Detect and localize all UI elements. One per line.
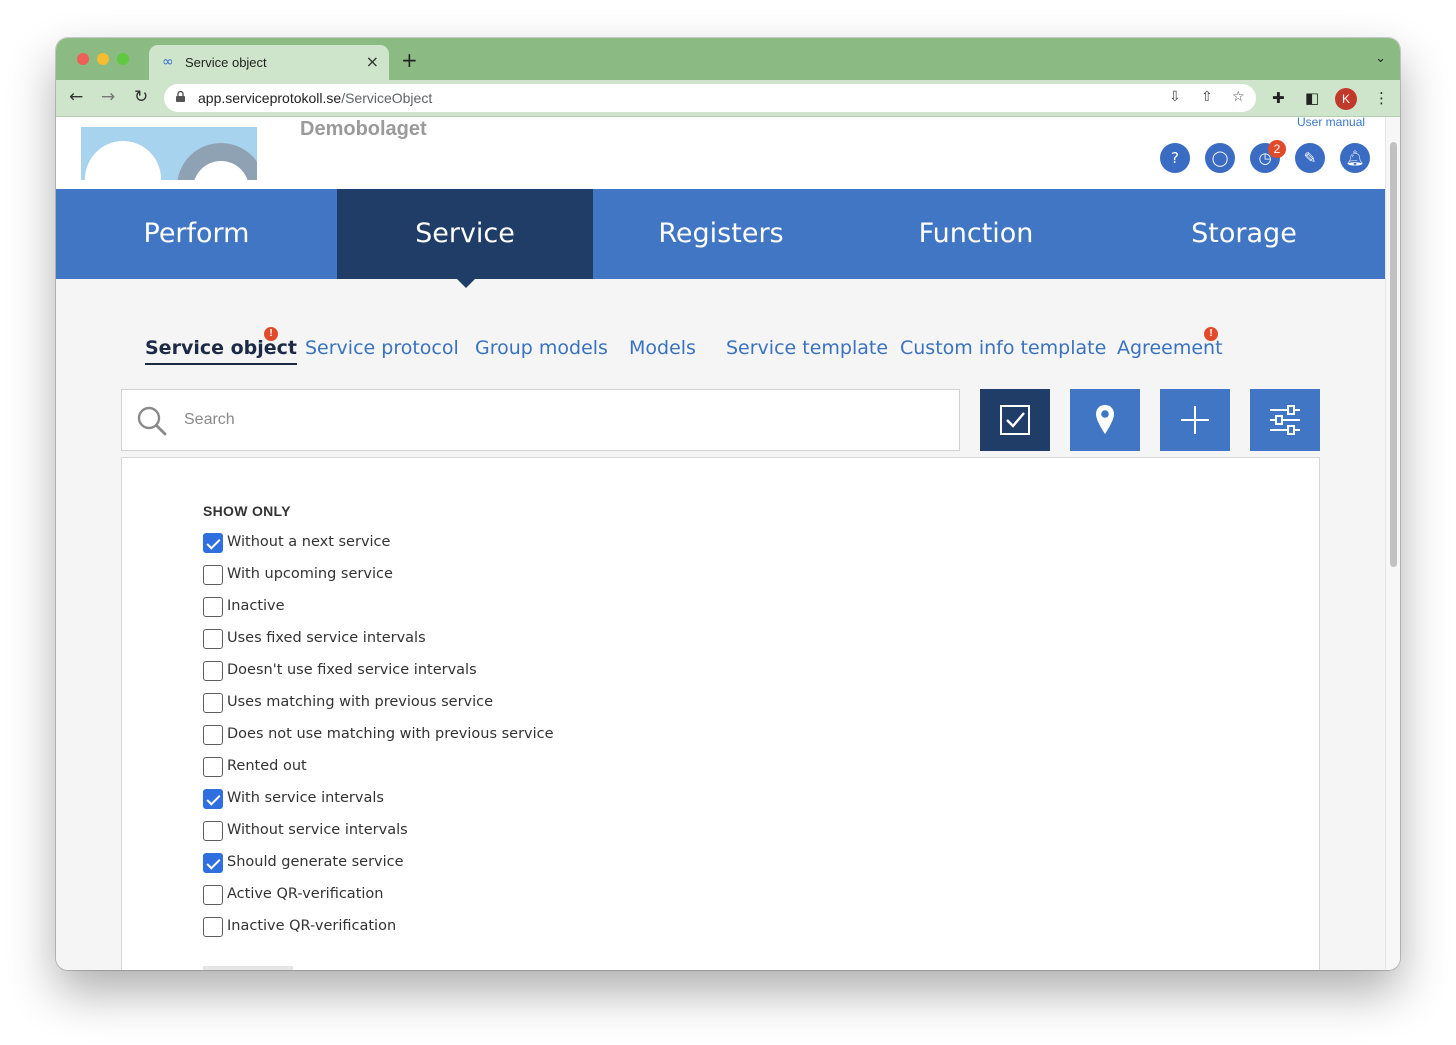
search-input[interactable] [184,408,884,432]
map-location-button[interactable] [1070,389,1140,451]
chat-icon[interactable]: ◯ [1205,143,1235,173]
tab-models[interactable]: Models [629,337,696,359]
pen-icon[interactable]: ✎ [1295,143,1325,173]
filter-label[interactable]: With upcoming service [227,566,393,582]
notification-badge: 2 [1268,140,1286,158]
filter-label[interactable]: Uses fixed service intervals [227,630,426,646]
show-only-heading: SHOW ONLY [203,503,291,519]
main-navigation: Perform Service Registers Function Stora… [56,189,1385,279]
browser-toolbar: ← → ↻ app.serviceprotokoll.se/ServiceObj… [56,80,1400,117]
search-icon [137,406,167,436]
select-items-button[interactable] [980,389,1050,451]
filter-checkbox[interactable] [203,565,223,585]
share-icon[interactable]: ⇧ [1201,89,1213,105]
filter-label[interactable]: Inactive QR-verification [227,918,396,934]
address-bar[interactable]: app.serviceprotokoll.se/ServiceObject ⇩ … [164,84,1256,112]
filter-checkbox[interactable] [203,757,223,777]
filter-label[interactable]: Without service intervals [227,822,408,838]
tab-custom-info-template[interactable]: Custom info template [900,337,1106,359]
install-app-icon[interactable]: ⇩ [1169,89,1181,105]
app-header: Demobolaget User manual ? ◯ ◷ 2 ✎ 🔔︎ [56,117,1385,189]
nav-storage[interactable]: Storage [1103,189,1385,279]
filter-checkbox[interactable] [203,725,223,745]
scrollbar-thumb[interactable] [1390,142,1397,567]
filter-checkbox[interactable] [203,597,223,617]
lock-icon [176,91,185,102]
agreement-alert-icon: ! [1204,327,1218,341]
tab-strip: ∞ Service object × + ⌄ [56,38,1400,80]
checkbox-check-icon [1000,405,1030,435]
filter-label[interactable]: Doesn't use fixed service intervals [227,662,477,678]
tab-group-models[interactable]: Group models [475,337,608,359]
filter-label[interactable]: Uses matching with previous service [227,694,493,710]
filter-checkbox[interactable] [203,693,223,713]
page-viewport: Demobolaget User manual ? ◯ ◷ 2 ✎ 🔔︎ Per… [56,117,1400,970]
new-tab-button[interactable]: + [401,48,418,72]
back-arrow-icon[interactable]: ← [69,88,83,106]
add-button[interactable] [1160,389,1230,451]
filter-label[interactable]: Rented out [227,758,307,774]
tab-close-icon[interactable]: × [366,52,379,71]
tab-service-template[interactable]: Service template [726,337,888,359]
plus-icon [1181,406,1209,434]
nav-perform[interactable]: Perform [56,189,337,279]
url-text: app.serviceprotokoll.se/ServiceObject [198,90,433,106]
search-box [121,389,960,451]
filter-checkbox[interactable] [203,789,223,809]
tab-title: Service object [185,55,267,70]
nav-registers[interactable]: Registers [593,189,849,279]
filter-checkbox[interactable] [203,885,223,905]
filter-label[interactable]: Active QR-verification [227,886,383,902]
tab-service-object[interactable]: Service object [145,337,297,365]
page-scrollbar[interactable] [1385,117,1400,970]
reload-icon[interactable]: ↻ [134,88,148,106]
site-favicon-icon: ∞ [162,54,174,70]
filter-label[interactable]: Should generate service [227,854,404,870]
filter-checkbox[interactable] [203,533,223,553]
minimize-window-button[interactable] [97,53,109,65]
filter-label[interactable]: With service intervals [227,790,384,806]
company-logo[interactable] [81,117,257,180]
filter-panel: SHOW ONLY Without a next service With upc… [121,457,1320,970]
tab-search-chevron-icon[interactable]: ⌄ [1375,51,1386,66]
active-nav-caret [457,279,475,288]
filter-checkbox[interactable] [203,821,223,841]
filter-checkbox[interactable] [203,853,223,873]
company-name: Demobolaget [300,118,427,140]
filter-checkbox[interactable] [203,917,223,937]
user-manual-link[interactable]: User manual [1297,117,1365,129]
nav-service[interactable]: Service [337,189,593,279]
service-object-alert-icon: ! [264,327,278,341]
next-section-heading-faded [203,966,293,970]
map-pin-icon [1096,405,1114,434]
browser-tab[interactable]: ∞ Service object × [149,45,389,80]
filter-checkbox[interactable] [203,629,223,649]
zoom-window-button[interactable] [117,53,129,65]
nav-function[interactable]: Function [849,189,1103,279]
filter-label[interactable]: Does not use matching with previous serv… [227,726,554,742]
filter-settings-button[interactable] [1250,389,1320,451]
profile-avatar[interactable]: K [1335,88,1357,110]
filter-checkbox[interactable] [203,661,223,681]
bookmark-star-icon[interactable]: ☆ [1232,89,1245,105]
browser-menu-icon[interactable]: ⋮ [1374,89,1389,107]
side-panel-icon[interactable]: ◧ [1305,89,1319,107]
filter-label[interactable]: Inactive [227,598,285,614]
filter-label[interactable]: Without a next service [227,534,390,550]
tab-service-protocol[interactable]: Service protocol [305,337,459,359]
close-window-button[interactable] [77,53,89,65]
tab-agreement[interactable]: Agreement [1117,337,1223,359]
bell-icon[interactable]: 🔔︎ [1340,143,1370,173]
sliders-icon [1270,405,1300,435]
forward-arrow-icon[interactable]: → [101,88,115,106]
extensions-puzzle-icon[interactable]: ✚ [1272,89,1285,107]
browser-window: ∞ Service object × + ⌄ ← → ↻ app.service… [56,38,1400,970]
help-icon[interactable]: ? [1160,143,1190,173]
